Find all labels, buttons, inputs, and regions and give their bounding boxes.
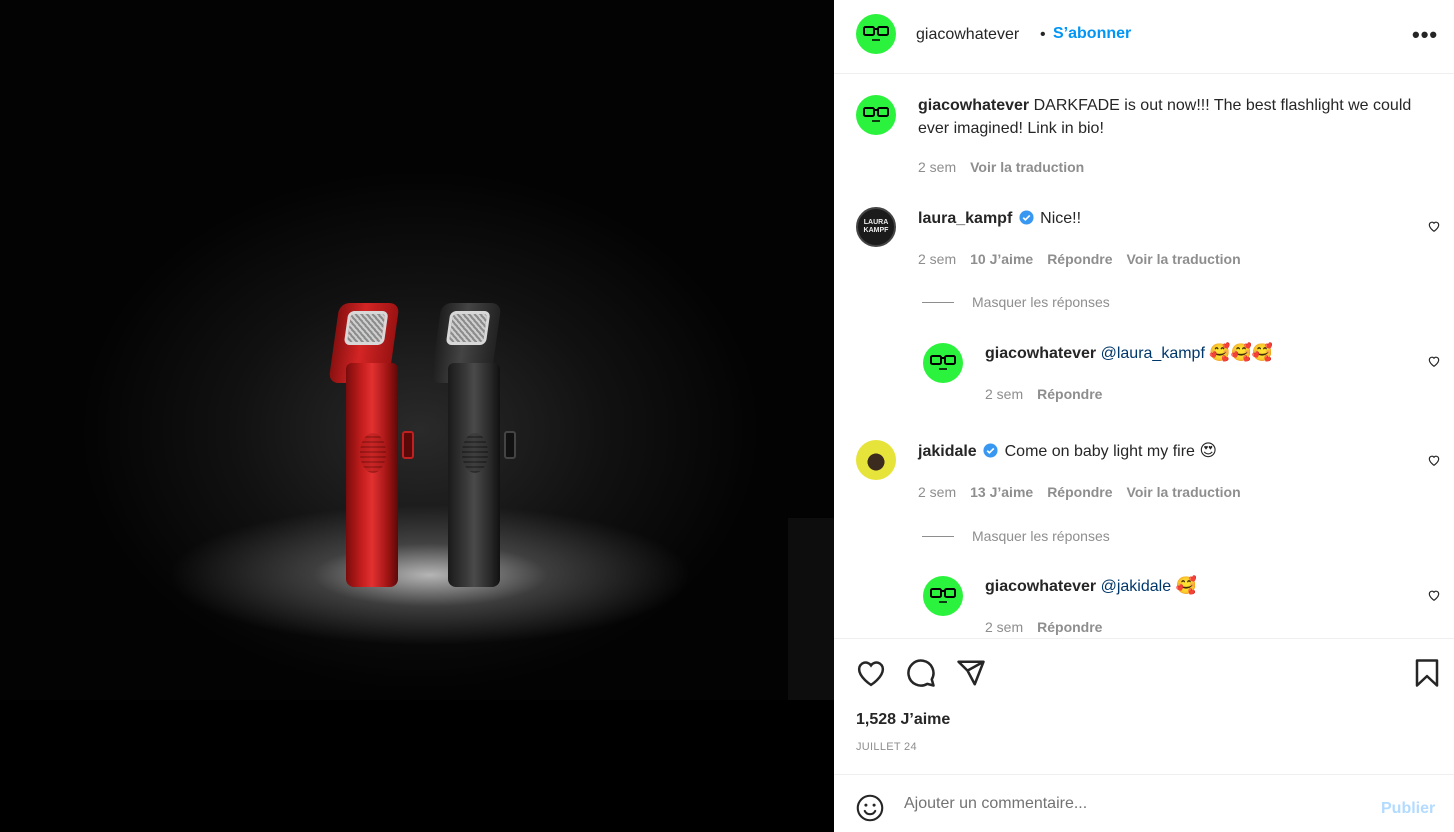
- comment-2-like-heart-icon[interactable]: [1427, 453, 1441, 467]
- publish-button[interactable]: Publier: [1381, 800, 1435, 818]
- author-avatar[interactable]: [856, 14, 896, 54]
- comment-2-time[interactable]: 2 sem: [918, 484, 956, 500]
- nerd-glasses-icon: [863, 26, 889, 41]
- follow-button[interactable]: S’abonner: [1053, 25, 1131, 43]
- comment-2-text: Come on baby light my fire: [1004, 443, 1195, 460]
- comment-2-reply-button[interactable]: Répondre: [1047, 484, 1112, 500]
- post-header: giacowhatever • S’abonner •••: [834, 0, 1454, 74]
- reply-1-username[interactable]: giacowhatever: [985, 345, 1096, 362]
- reply-2: giacowhatever @jakidale 🥰: [985, 575, 1197, 598]
- comment-1-text: Nice!!: [1040, 210, 1082, 227]
- reply-2-reply-button[interactable]: Répondre: [1037, 619, 1102, 635]
- post-photo[interactable]: [0, 0, 834, 700]
- post-media: [0, 0, 834, 832]
- comment-1-reply-button[interactable]: Répondre: [1047, 251, 1112, 267]
- comment-2-meta: 2 sem 13 J’aime Répondre Voir la traduct…: [918, 484, 1241, 500]
- hide-replies-label: Masquer les réponses: [972, 294, 1110, 310]
- reply-2-meta: 2 sem Répondre: [985, 619, 1102, 635]
- caption-username[interactable]: giacowhatever: [918, 97, 1029, 114]
- comment-input[interactable]: [904, 792, 1364, 816]
- caption-meta: 2 sem Voir la traduction: [918, 159, 1084, 175]
- photo-backdrop-step: [788, 518, 834, 700]
- reply-1: giacowhatever @laura_kampf 🥰🥰🥰: [985, 342, 1273, 365]
- nerd-glasses-icon: [930, 355, 956, 370]
- comment-1-likes[interactable]: 10 J’aime: [970, 251, 1033, 267]
- comment-2-username[interactable]: jakidale: [918, 443, 977, 460]
- divider-line: [922, 535, 954, 537]
- reply-1-mention[interactable]: @laura_kampf: [1101, 345, 1205, 362]
- like-heart-icon[interactable]: [856, 659, 886, 687]
- comments-list[interactable]: giacowhatever DARKFADE is out now!!! The…: [834, 75, 1454, 638]
- reply-2-mention[interactable]: @jakidale: [1101, 578, 1172, 595]
- comment-icon[interactable]: [906, 658, 936, 688]
- laura-kampf-avatar[interactable]: LAURA KAMPF: [856, 207, 896, 247]
- bookmark-icon[interactable]: [1414, 658, 1440, 688]
- caption-time[interactable]: 2 sem: [918, 159, 956, 175]
- comment-1-time[interactable]: 2 sem: [918, 251, 956, 267]
- nerd-glasses-icon: [863, 107, 889, 122]
- reply-2-time[interactable]: 2 sem: [985, 619, 1023, 635]
- hide-replies-label: Masquer les réponses: [972, 528, 1110, 544]
- reply-2-username[interactable]: giacowhatever: [985, 578, 1096, 595]
- jakidale-avatar[interactable]: [856, 440, 896, 480]
- nerd-glasses-icon: [930, 588, 956, 603]
- comment-2: jakidale Come on baby light my fire 😍: [918, 440, 1217, 463]
- author-username[interactable]: giacowhatever: [916, 26, 1019, 44]
- reply-2-avatar[interactable]: [923, 576, 963, 616]
- verified-icon: [983, 443, 998, 458]
- reply-1-avatar[interactable]: [923, 343, 963, 383]
- verified-icon: [1019, 210, 1034, 225]
- reply-1-emoji: 🥰🥰🥰: [1209, 343, 1273, 363]
- post-date[interactable]: JUILLET 24: [856, 741, 917, 753]
- comment-2-likes[interactable]: 13 J’aime: [970, 484, 1033, 500]
- comment-1-meta: 2 sem 10 J’aime Répondre Voir la traduct…: [918, 251, 1241, 267]
- reply-2-like-heart-icon[interactable]: [1427, 588, 1441, 602]
- comment-composer: Publier: [834, 774, 1454, 832]
- reply-1-time[interactable]: 2 sem: [985, 386, 1023, 402]
- reply-2-emoji: 🥰: [1175, 576, 1197, 596]
- post-panel: giacowhatever • S’abonner ••• giacowhate…: [834, 0, 1454, 832]
- reply-1-reply-button[interactable]: Répondre: [1037, 386, 1102, 402]
- comment-1-username[interactable]: laura_kampf: [918, 210, 1012, 227]
- likes-count[interactable]: 1,528 J’aime: [856, 711, 950, 729]
- caption: giacowhatever DARKFADE is out now!!! The…: [918, 94, 1418, 140]
- comment-2-translate-link[interactable]: Voir la traduction: [1127, 484, 1241, 500]
- caption-translate-link[interactable]: Voir la traduction: [970, 159, 1084, 175]
- divider-line: [922, 301, 954, 303]
- comment-1-like-heart-icon[interactable]: [1427, 219, 1441, 233]
- reply-1-meta: 2 sem Répondre: [985, 386, 1102, 402]
- comment-2-hide-replies[interactable]: Masquer les réponses: [922, 528, 1110, 544]
- comment-1-hide-replies[interactable]: Masquer les réponses: [922, 294, 1110, 310]
- comment-1-translate-link[interactable]: Voir la traduction: [1127, 251, 1241, 267]
- comment-2-emoji: 😍: [1199, 441, 1218, 461]
- comment-1: laura_kampf Nice!!: [918, 207, 1081, 230]
- separator-dot: •: [1040, 26, 1046, 43]
- more-options-icon[interactable]: •••: [1412, 22, 1438, 48]
- share-icon[interactable]: [956, 658, 986, 688]
- reply-1-like-heart-icon[interactable]: [1427, 354, 1441, 368]
- post-actions: 1,528 J’aime JUILLET 24: [834, 638, 1454, 774]
- emoji-icon[interactable]: [856, 794, 884, 822]
- caption-avatar[interactable]: [856, 95, 896, 135]
